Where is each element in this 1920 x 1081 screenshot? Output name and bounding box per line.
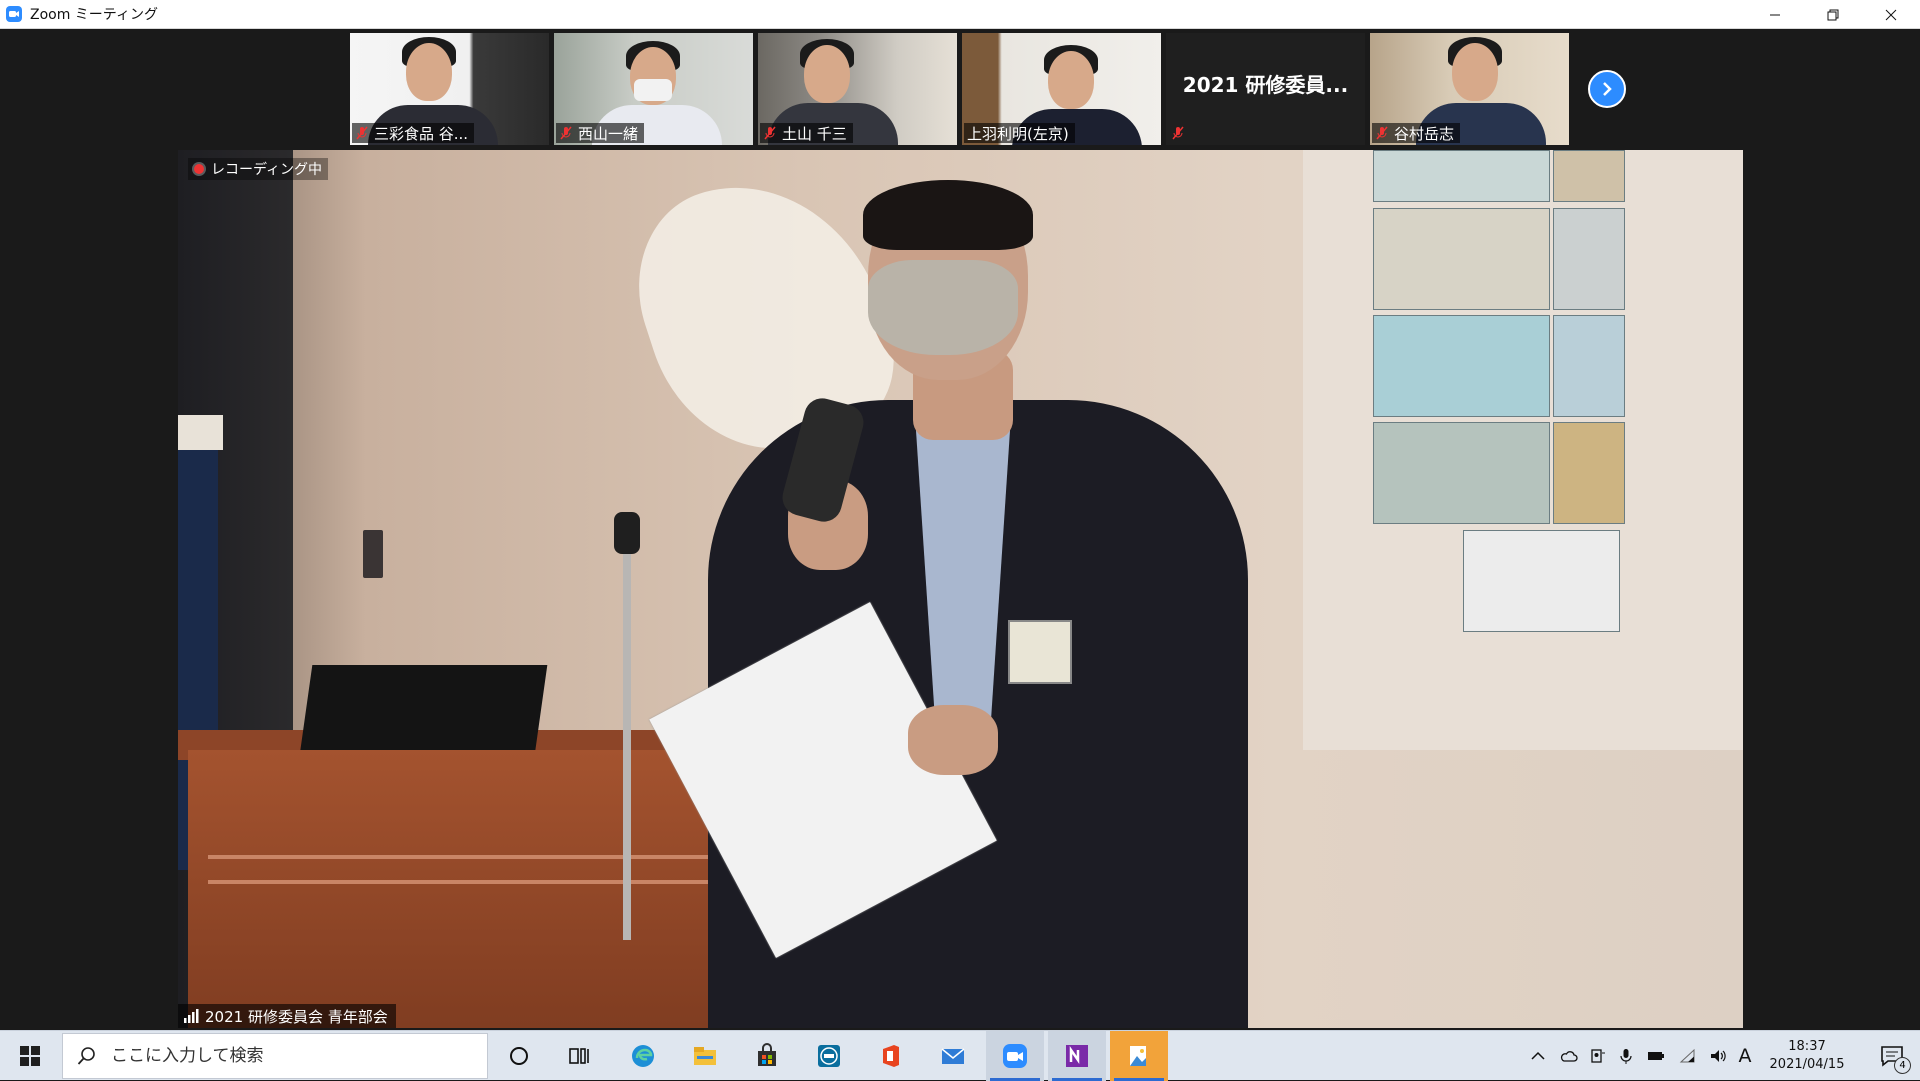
microphone-icon bbox=[1620, 1049, 1632, 1064]
battery-icon bbox=[1648, 1052, 1664, 1060]
tray-overflow-button[interactable] bbox=[1526, 1031, 1550, 1081]
tray-microphone[interactable] bbox=[1614, 1031, 1638, 1081]
task-view-button[interactable] bbox=[550, 1031, 608, 1081]
window-titlebar: Zoom ミーティング bbox=[0, 0, 1920, 29]
mic-muted-icon bbox=[764, 126, 776, 140]
tray-wifi[interactable] bbox=[1676, 1031, 1700, 1081]
name-badge bbox=[1008, 620, 1072, 684]
participant-label: 三彩食品 谷... bbox=[352, 123, 475, 143]
zoom-icon bbox=[1003, 1044, 1027, 1068]
minimize-button[interactable] bbox=[1746, 0, 1804, 29]
zoom-icon bbox=[6, 6, 22, 22]
file-explorer-icon bbox=[694, 1047, 716, 1065]
camera-icon bbox=[1591, 1049, 1605, 1063]
recording-dot-icon bbox=[194, 164, 204, 174]
chevron-right-icon bbox=[1603, 82, 1612, 96]
taskbar-zoom[interactable] bbox=[986, 1031, 1044, 1081]
notification-count-badge: 4 bbox=[1894, 1057, 1911, 1074]
taskbar-edge[interactable] bbox=[614, 1031, 672, 1081]
participant-strip: 三彩食品 谷... 西山一緒 土山 千三 上羽利明(左京) 2021 研修委員.… bbox=[0, 29, 1920, 148]
taskbar-onenote[interactable] bbox=[1048, 1031, 1106, 1081]
search-icon bbox=[77, 1047, 95, 1065]
close-icon bbox=[1885, 9, 1897, 20]
task-view-icon bbox=[569, 1048, 589, 1064]
tray-onedrive[interactable] bbox=[1556, 1031, 1582, 1081]
speaker-icon bbox=[1711, 1050, 1726, 1062]
next-page-button[interactable] bbox=[1588, 70, 1626, 108]
participant-tile[interactable]: 2021 研修委員... bbox=[1166, 33, 1365, 145]
office-icon bbox=[883, 1045, 899, 1067]
mic-muted-icon bbox=[1172, 126, 1184, 140]
signal-strength-icon bbox=[184, 1009, 199, 1023]
mic-muted-icon bbox=[1376, 126, 1388, 140]
participant-tile[interactable]: 上羽利明(左京) bbox=[962, 33, 1161, 145]
action-center-button[interactable]: 4 bbox=[1864, 1031, 1920, 1081]
main-speaker-video[interactable]: レコーディング中 2021 研修委員会 青年部会 bbox=[178, 150, 1743, 1028]
speaker-name-label: 2021 研修委員会 青年部会 bbox=[178, 1004, 396, 1028]
search-input[interactable] bbox=[109, 1045, 473, 1067]
tray-volume[interactable] bbox=[1706, 1031, 1730, 1081]
tray-camera[interactable] bbox=[1586, 1031, 1610, 1081]
taskbar-dell[interactable] bbox=[800, 1031, 858, 1081]
podium bbox=[188, 750, 748, 1028]
projected-screen bbox=[1303, 150, 1743, 750]
clock-date: 2021/04/15 bbox=[1769, 1057, 1845, 1072]
restore-button[interactable] bbox=[1804, 0, 1862, 29]
window-title: Zoom ミーティング bbox=[30, 7, 158, 23]
participant-tile[interactable]: 三彩食品 谷... bbox=[350, 33, 549, 145]
chevron-up-icon bbox=[1531, 1051, 1545, 1060]
participant-label bbox=[1168, 123, 1196, 143]
restore-icon bbox=[1827, 9, 1839, 20]
participant-label: 谷村岳志 bbox=[1372, 123, 1461, 143]
wifi-icon bbox=[1679, 1048, 1695, 1063]
store-icon bbox=[758, 1043, 776, 1066]
edge-icon bbox=[632, 1045, 654, 1067]
cortana-button[interactable] bbox=[490, 1031, 548, 1081]
clock-time: 18:37 bbox=[1788, 1039, 1826, 1054]
participant-tile[interactable]: 西山一緒 bbox=[554, 33, 753, 145]
laptop bbox=[299, 665, 548, 755]
mail-icon bbox=[941, 1048, 965, 1064]
mic-muted-icon bbox=[560, 126, 572, 140]
cortana-icon bbox=[510, 1047, 528, 1065]
participant-label: 上羽利明(左京) bbox=[964, 123, 1075, 143]
ime-indicator[interactable]: A bbox=[1734, 1031, 1756, 1081]
participant-tile[interactable]: 谷村岳志 bbox=[1370, 33, 1569, 145]
taskbar-file-explorer[interactable] bbox=[676, 1031, 734, 1081]
tray-battery[interactable] bbox=[1644, 1031, 1668, 1081]
taskbar-photos[interactable] bbox=[1110, 1031, 1168, 1081]
taskbar-office[interactable] bbox=[862, 1031, 920, 1081]
onenote-icon bbox=[1066, 1045, 1088, 1067]
minimize-icon bbox=[1770, 14, 1780, 15]
cloud-icon bbox=[1560, 1051, 1578, 1062]
windows-taskbar: A 18:37 2021/04/15 4 bbox=[0, 1030, 1920, 1081]
participant-label: 西山一緒 bbox=[556, 123, 645, 143]
windows-logo-icon bbox=[20, 1046, 40, 1066]
taskbar-mail[interactable] bbox=[924, 1031, 982, 1081]
dell-icon bbox=[818, 1045, 840, 1067]
recording-indicator[interactable]: レコーディング中 bbox=[188, 158, 329, 180]
taskbar-search[interactable] bbox=[62, 1033, 488, 1079]
start-button[interactable] bbox=[0, 1031, 60, 1081]
taskbar-store[interactable] bbox=[738, 1031, 796, 1081]
close-button[interactable] bbox=[1862, 0, 1920, 29]
participant-label: 土山 千三 bbox=[760, 123, 853, 143]
system-clock[interactable]: 18:37 2021/04/15 bbox=[1758, 1031, 1856, 1081]
photos-icon bbox=[1130, 1046, 1146, 1066]
participant-tile[interactable]: 土山 千三 bbox=[758, 33, 957, 145]
mic-muted-icon bbox=[356, 126, 368, 140]
participant-name-large: 2021 研修委員... bbox=[1182, 73, 1349, 97]
